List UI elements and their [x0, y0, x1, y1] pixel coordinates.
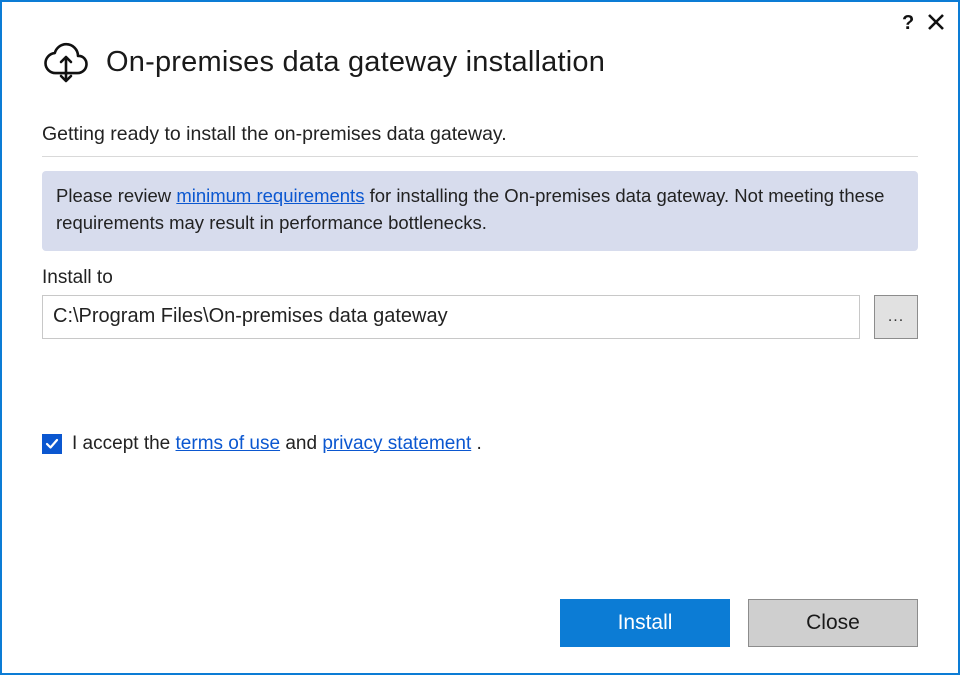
installer-window: ? On-premises data gateway installation … [0, 0, 960, 675]
help-icon[interactable]: ? [902, 12, 918, 32]
close-icon[interactable] [928, 14, 944, 30]
accept-suffix: . [477, 433, 482, 454]
install-to-label: Install to [42, 267, 918, 289]
page-title: On-premises data gateway installation [106, 46, 605, 79]
install-button[interactable]: Install [560, 599, 730, 647]
cloud-gateway-icon [42, 36, 90, 89]
info-banner: Please review minimum requirements for i… [42, 171, 918, 251]
install-path-row: ... [42, 295, 918, 339]
info-text-prefix: Please review [56, 185, 176, 206]
accept-text: I accept the terms of use and privacy st… [72, 433, 482, 455]
accept-middle: and [285, 433, 322, 454]
accept-row: I accept the terms of use and privacy st… [42, 433, 918, 455]
divider [42, 156, 918, 157]
header: On-premises data gateway installation [42, 36, 918, 89]
privacy-statement-link[interactable]: privacy statement [322, 433, 471, 454]
min-requirements-link[interactable]: minimum requirements [176, 185, 364, 206]
subtitle: Getting ready to install the on-premises… [42, 123, 918, 146]
footer-buttons: Install Close [560, 599, 918, 647]
titlebar-controls: ? [902, 12, 944, 32]
install-path-input[interactable] [42, 295, 860, 339]
close-button[interactable]: Close [748, 599, 918, 647]
terms-of-use-link[interactable]: terms of use [176, 433, 281, 454]
accept-prefix: I accept the [72, 433, 176, 454]
browse-button[interactable]: ... [874, 295, 918, 339]
svg-text:?: ? [902, 12, 914, 32]
accept-checkbox[interactable] [42, 434, 62, 454]
